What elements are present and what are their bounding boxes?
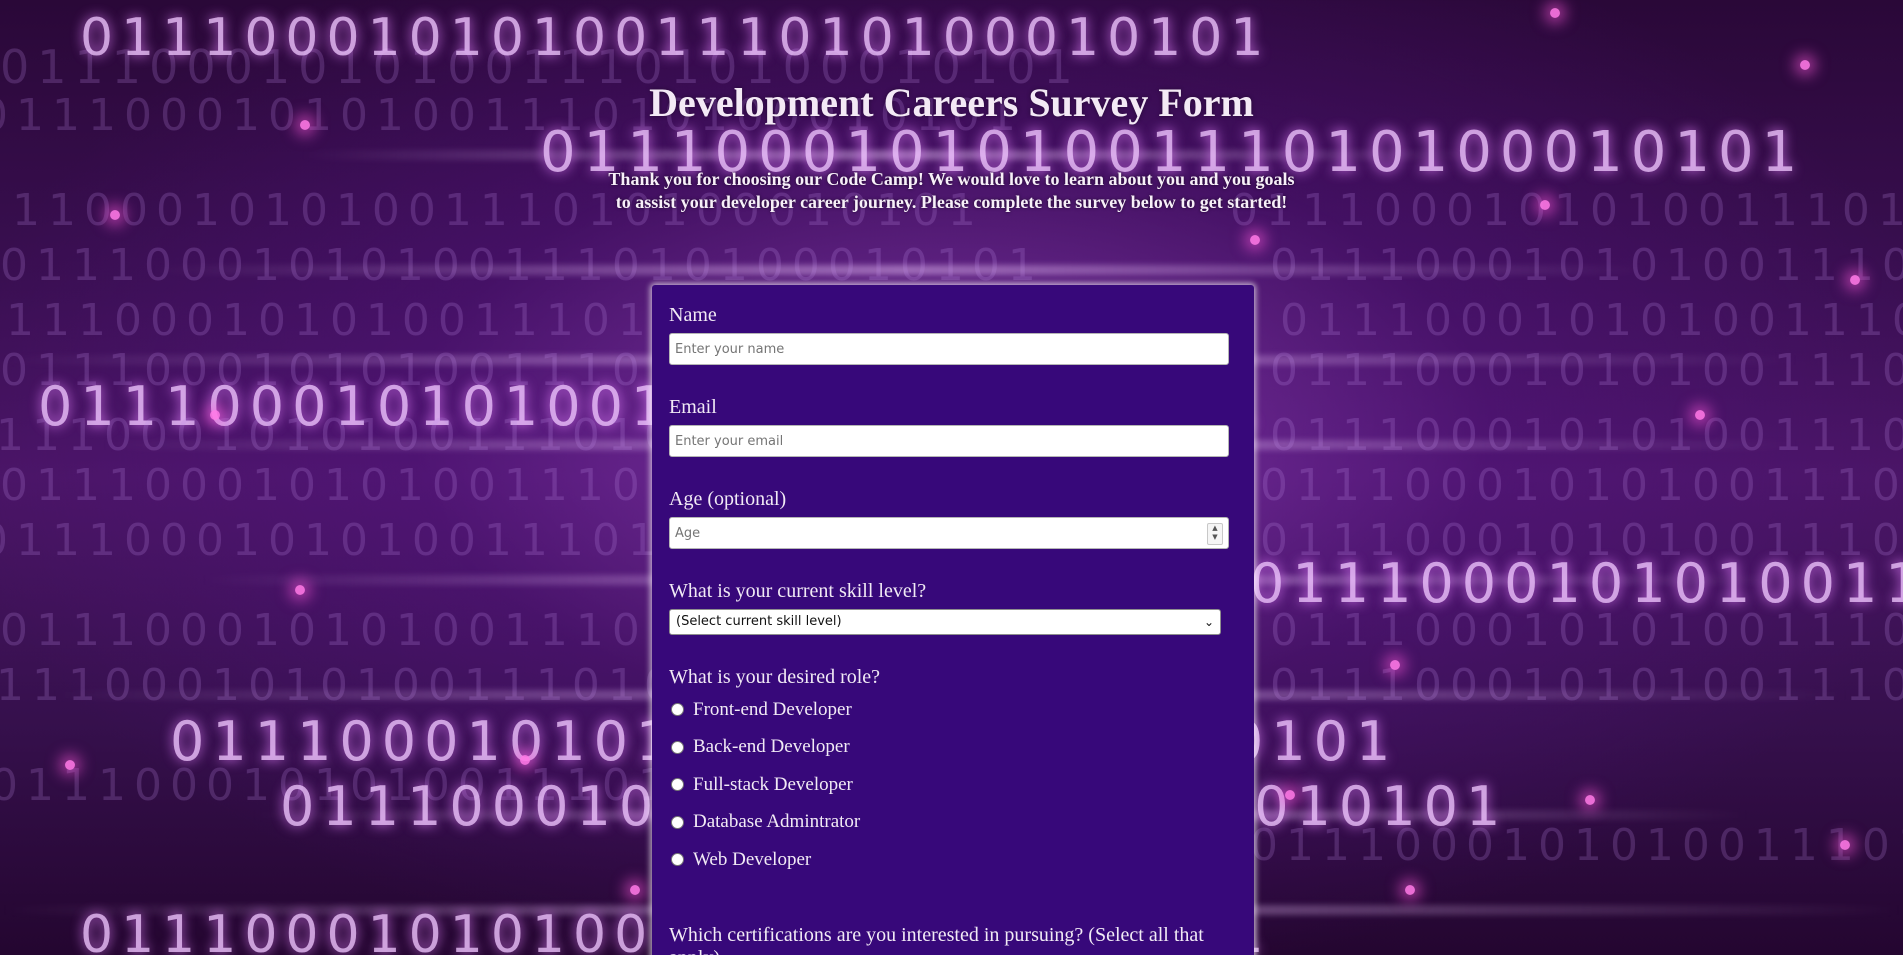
age-label: Age (optional) xyxy=(669,488,787,510)
role-option-label: Back-end Developer xyxy=(693,736,850,758)
email-group: Email xyxy=(669,395,1236,457)
role-label: What is your desired role? xyxy=(669,666,881,688)
radio-circle-icon[interactable] xyxy=(671,815,684,829)
radio-circle-icon[interactable] xyxy=(671,853,684,867)
age-number-wrapper: ▲▼ xyxy=(669,517,1229,549)
name-label: Name xyxy=(669,304,717,326)
name-group: Name xyxy=(669,303,1236,365)
role-option-label: Full-stack Developer xyxy=(693,773,853,795)
email-input[interactable] xyxy=(669,425,1229,457)
page-header: Development Careers Survey Form Thank yo… xyxy=(0,78,1903,214)
role-option-label: Web Developer xyxy=(693,848,812,870)
age-input[interactable] xyxy=(669,517,1229,549)
skill-select-value: (Select current skill level) xyxy=(676,614,842,629)
role-option-label: Front-end Developer xyxy=(693,698,852,720)
chevron-down-icon: ⌄ xyxy=(1203,615,1214,629)
role-group: What is your desired role? Front-end Dev… xyxy=(669,665,1236,879)
email-label: Email xyxy=(669,396,717,418)
survey-form: Name Email Age (optional) ▲▼ What is you… xyxy=(652,285,1254,955)
page-title: Development Careers Survey Form xyxy=(649,80,1254,125)
skill-select[interactable]: (Select current skill level) ⌄ xyxy=(669,609,1221,635)
radio-circle-icon[interactable] xyxy=(671,740,684,754)
role-option-back-end[interactable]: Back-end Developer xyxy=(669,729,1236,767)
role-option-label: Database Admintrator xyxy=(693,811,861,833)
skill-label: What is your current skill level? xyxy=(669,580,927,602)
radio-circle-icon[interactable] xyxy=(671,778,684,792)
skill-group: What is your current skill level? (Selec… xyxy=(669,579,1236,635)
intro-description: Thank you for choosing our Code Camp! We… xyxy=(608,169,1295,212)
role-option-front-end[interactable]: Front-end Developer xyxy=(669,691,1236,729)
certifications-label: Which certifications are you interested … xyxy=(669,923,1204,955)
role-option-database-admin[interactable]: Database Admintrator xyxy=(669,804,1236,842)
age-group: Age (optional) ▲▼ xyxy=(669,487,1236,549)
radio-circle-icon[interactable] xyxy=(671,703,684,717)
name-input[interactable] xyxy=(669,333,1229,365)
spinner-arrows-icon[interactable]: ▲ ▼ xyxy=(1207,523,1223,545)
role-option-full-stack[interactable]: Full-stack Developer xyxy=(669,766,1236,804)
role-option-web-developer[interactable]: Web Developer xyxy=(669,841,1236,879)
